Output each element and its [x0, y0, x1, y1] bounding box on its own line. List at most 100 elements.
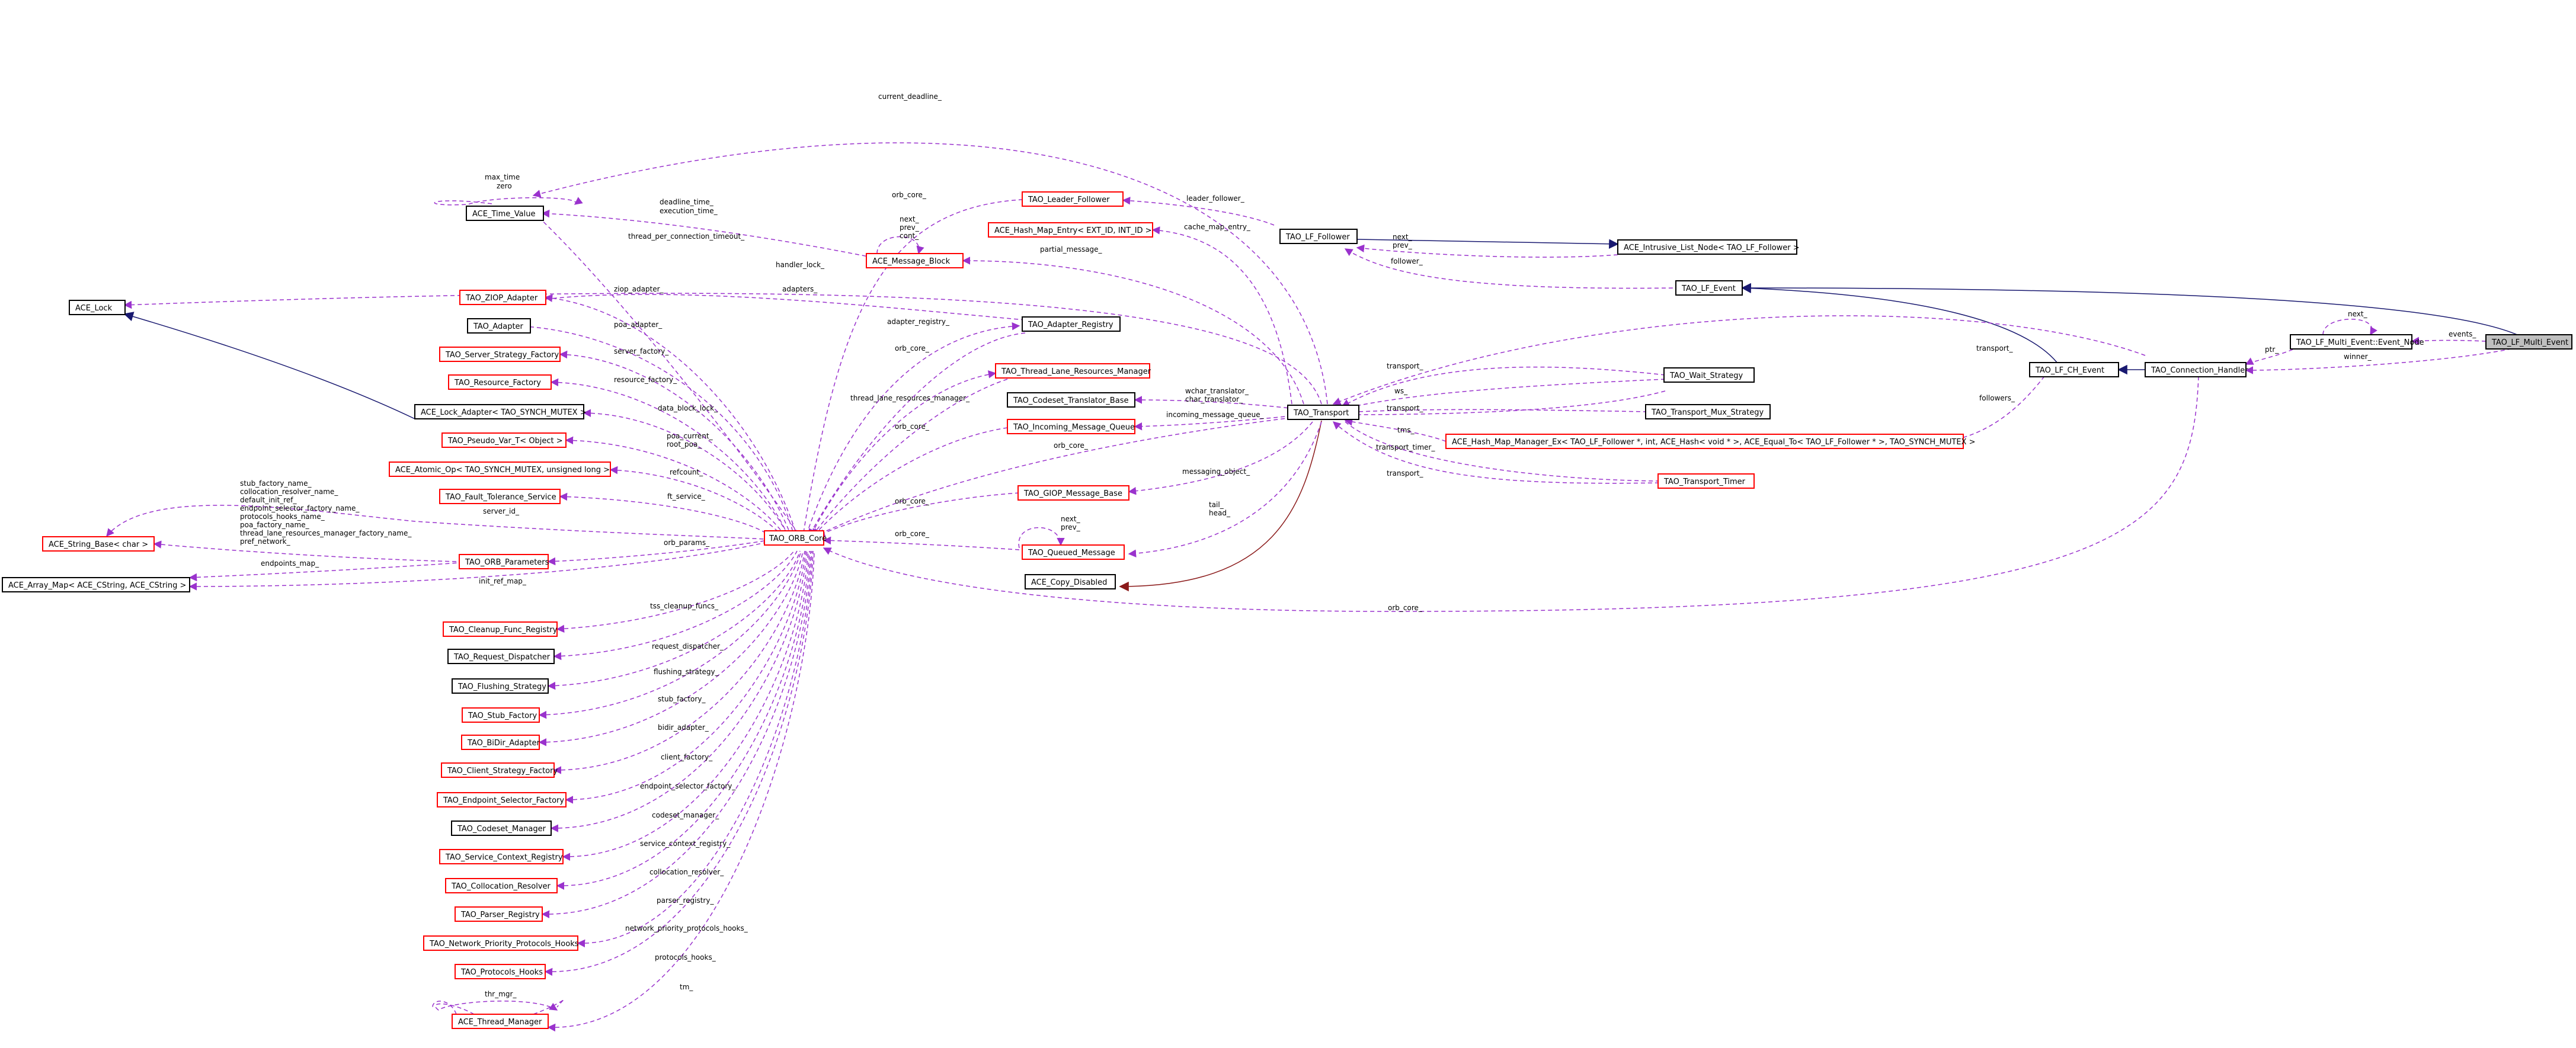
label-events: events_	[2449, 330, 2476, 338]
svg-text:TAO_Network_Priority_Protocols: TAO_Network_Priority_Protocols_Hooks	[429, 940, 579, 948]
node-tao-cleanup-func-registry[interactable]: TAO_Cleanup_Func_Registry	[443, 621, 558, 637]
svg-text:protocols_hooks_name_: protocols_hooks_name_	[240, 512, 325, 521]
edge-orb-params	[547, 540, 768, 566]
label-followers: followers_	[1979, 394, 2015, 402]
label-wchar-translator: wchar_translator_	[1185, 387, 1249, 395]
node-tao-thread-lane-resources-manager[interactable]: TAO_Thread_Lane_Resources_Manager	[995, 363, 1151, 379]
svg-text:ACE_Lock_Adapter< TAO_SYNCH_MU: ACE_Lock_Adapter< TAO_SYNCH_MUTEX >	[421, 408, 587, 417]
node-tao-lf-ch-event[interactable]: TAO_LF_CH_Event	[2029, 362, 2119, 377]
node-ace-intrusive-list-node[interactable]: ACE_Intrusive_List_Node< TAO_LF_Follower…	[1617, 239, 1800, 255]
node-tao-pseudo-var[interactable]: TAO_Pseudo_Var_T< Object >	[441, 432, 567, 448]
node-tao-bidir-adapter[interactable]: TAO_BiDir_Adapter	[461, 735, 540, 750]
label-service-context-registry: service_context_registry_	[640, 839, 731, 848]
edge-hash-map-manager	[1344, 418, 1447, 442]
node-ace-atomic-op[interactable]: ACE_Atomic_Op< TAO_SYNCH_MUTEX, unsigned…	[389, 461, 611, 477]
node-tao-network-priority-protocols-hooks[interactable]: TAO_Network_Priority_Protocols_Hooks	[423, 935, 579, 951]
node-ace-array-map[interactable]: ACE_Array_Map< ACE_CString, ACE_CString …	[2, 577, 190, 592]
svg-text:TAO_LF_Follower: TAO_LF_Follower	[1285, 233, 1350, 242]
label-leader-follower: leader_follower_	[1186, 194, 1245, 203]
node-ace-lock-adapter[interactable]: ACE_Lock_Adapter< TAO_SYNCH_MUTEX >	[414, 404, 587, 419]
node-ace-thread-manager[interactable]: ACE_Thread_Manager	[452, 1014, 549, 1029]
node-tao-lf-follower[interactable]: TAO_LF_Follower	[1279, 229, 1358, 244]
node-tao-queued-message[interactable]: TAO_Queued_Message	[1022, 544, 1125, 560]
svg-text:TAO_Service_Context_Registry: TAO_Service_Context_Registry	[445, 853, 563, 862]
node-tao-codeset-manager[interactable]: TAO_Codeset_Manager	[451, 821, 552, 836]
svg-text:TAO_Server_Strategy_Factory: TAO_Server_Strategy_Factory	[445, 351, 559, 360]
svg-text:TAO_Endpoint_Selector_Factory: TAO_Endpoint_Selector_Factory	[443, 796, 564, 805]
edge-queued-message-orb-core	[823, 536, 1020, 550]
edge-server-id	[106, 505, 765, 540]
node-tao-ziop-adapter[interactable]: TAO_ZIOP_Adapter	[459, 290, 546, 305]
svg-text:TAO_Transport_Mux_Strategy: TAO_Transport_Mux_Strategy	[1651, 408, 1764, 417]
label-messaging-object: messaging_object_	[1182, 467, 1250, 476]
label-network-priority-hooks: network_priority_protocols_hooks_	[625, 924, 748, 932]
node-tao-server-strategy-factory[interactable]: TAO_Server_Strategy_Factory	[439, 347, 561, 362]
label-char-translator: char_translator_	[1185, 395, 1243, 403]
node-tao-resource-factory[interactable]: TAO_Resource_Factory	[448, 374, 552, 390]
node-tao-codeset-translator-base[interactable]: TAO_Codeset_Translator_Base	[1007, 392, 1135, 408]
svg-text:TAO_Adapter: TAO_Adapter	[473, 322, 524, 331]
node-tao-client-strategy-factory[interactable]: TAO_Client_Strategy_Factory	[441, 762, 558, 778]
edge-messaging-object	[1128, 421, 1313, 495]
node-tao-leader-follower[interactable]: TAO_Leader_Follower	[1022, 191, 1124, 207]
node-ace-message-block[interactable]: ACE_Message_Block	[866, 253, 964, 268]
edge-partial-message	[962, 257, 1304, 405]
svg-text:TAO_Request_Dispatcher: TAO_Request_Dispatcher	[453, 653, 551, 662]
label-tss-cleanup: tss_cleanup_funcs_	[650, 602, 719, 610]
node-ace-hash-map-entry[interactable]: ACE_Hash_Map_Entry< EXT_ID, INT_ID >	[988, 222, 1153, 238]
edge-lf-ch-event-to-lf-event	[1741, 283, 2063, 370]
label-orb-core-long: orb_core_	[1388, 604, 1423, 612]
label-ziop-adapter: ziop_adapter_	[614, 285, 664, 293]
node-tao-lf-event[interactable]: TAO_LF_Event	[1675, 280, 1743, 296]
node-tao-incoming-message-queue[interactable]: TAO_Incoming_Message_Queue	[1007, 419, 1135, 434]
node-tao-stub-factory[interactable]: TAO_Stub_Factory	[462, 707, 540, 723]
node-tao-transport-mux-strategy[interactable]: TAO_Transport_Mux_Strategy	[1645, 404, 1771, 419]
label-orb-core-4: orb_core_	[1054, 441, 1089, 450]
svg-text:TAO_Transport_Timer: TAO_Transport_Timer	[1663, 477, 1746, 486]
node-tao-lf-multi-event[interactable]: TAO_LF_Multi_Event	[2485, 334, 2572, 350]
label-lf-prev: prev_	[1393, 241, 1413, 249]
node-tao-endpoint-selector-factory[interactable]: TAO_Endpoint_Selector_Factory	[437, 792, 567, 807]
edge-time-value-thread-per-connection	[533, 211, 801, 537]
label-next-event-node: next_	[2348, 310, 2368, 318]
svg-text:ACE_Hash_Map_Entry< EXT_ID, IN: ACE_Hash_Map_Entry< EXT_ID, INT_ID >	[994, 226, 1152, 235]
node-tao-parser-registry[interactable]: TAO_Parser_Registry	[455, 906, 543, 922]
label-collocation-resolver: collocation_resolver_	[649, 868, 724, 876]
node-tao-protocols-hooks[interactable]: TAO_Protocols_Hooks	[455, 964, 546, 979]
svg-text:TAO_Thread_Lane_Resources_Mana: TAO_Thread_Lane_Resources_Manager	[1001, 367, 1151, 376]
node-tao-giop-message-base[interactable]: TAO_GIOP_Message_Base	[1017, 485, 1129, 501]
node-tao-wait-strategy[interactable]: TAO_Wait_Strategy	[1663, 367, 1755, 383]
node-ace-time-value[interactable]: ACE_Time_Value	[466, 206, 544, 221]
svg-text:TAO_Codeset_Manager: TAO_Codeset_Manager	[457, 825, 546, 834]
node-tao-orb-core[interactable]: TAO_ORB_Core	[764, 530, 827, 546]
node-ace-copy-disabled[interactable]: ACE_Copy_Disabled	[1025, 574, 1116, 589]
edge-handler-lock	[123, 293, 1322, 405]
node-tao-adapter-registry[interactable]: TAO_Adapter_Registry	[1022, 316, 1121, 332]
svg-text:TAO_Fault_Tolerance_Service: TAO_Fault_Tolerance_Service	[445, 493, 556, 502]
node-tao-service-context-registry[interactable]: TAO_Service_Context_Registry	[439, 849, 564, 864]
node-tao-connection-handler[interactable]: TAO_Connection_Handler	[2145, 362, 2248, 377]
label-poa-current: poa_current_	[667, 432, 713, 440]
node-ace-string-base[interactable]: ACE_String_Base< char >	[42, 536, 155, 552]
svg-text:ACE_Thread_Manager: ACE_Thread_Manager	[458, 1018, 542, 1027]
node-tao-adapter[interactable]: TAO_Adapter	[467, 318, 531, 334]
node-tao-flushing-strategy[interactable]: TAO_Flushing_Strategy	[452, 678, 549, 694]
label-execution-time: execution_time_	[660, 207, 718, 215]
node-ace-lock[interactable]: ACE_Lock	[69, 300, 126, 315]
node-ace-hash-map-manager-ex[interactable]: ACE_Hash_Map_Manager_Ex< TAO_LF_Follower…	[1445, 434, 1975, 449]
node-tao-request-dispatcher[interactable]: TAO_Request_Dispatcher	[447, 649, 555, 664]
svg-text:default_init_ref_: default_init_ref_	[240, 496, 297, 504]
node-tao-orb-parameters[interactable]: TAO_ORB_Parameters	[459, 554, 549, 569]
node-tao-transport-timer[interactable]: TAO_Transport_Timer	[1657, 473, 1755, 489]
svg-text:TAO_Parser_Registry: TAO_Parser_Registry	[460, 911, 540, 919]
label-cont: cont_	[900, 232, 919, 240]
node-tao-collocation-resolver[interactable]: TAO_Collocation_Resolver	[445, 878, 558, 893]
label-thread-per-connection-timeout: thread_per_connection_timeout_	[628, 232, 745, 241]
edge-leader-follower	[1122, 197, 1275, 226]
edge-stub-factory	[538, 550, 802, 719]
edge-lock-adapter-to-ace-lock	[123, 312, 415, 419]
node-tao-fault-tolerance-service[interactable]: TAO_Fault_Tolerance_Service	[439, 489, 561, 504]
node-tao-lf-multi-event-node[interactable]: TAO_LF_Multi_Event::Event_Node	[2290, 334, 2424, 350]
node-tao-transport[interactable]: TAO_Transport	[1287, 405, 1359, 420]
edge-cache-map-entry	[1151, 226, 1292, 405]
